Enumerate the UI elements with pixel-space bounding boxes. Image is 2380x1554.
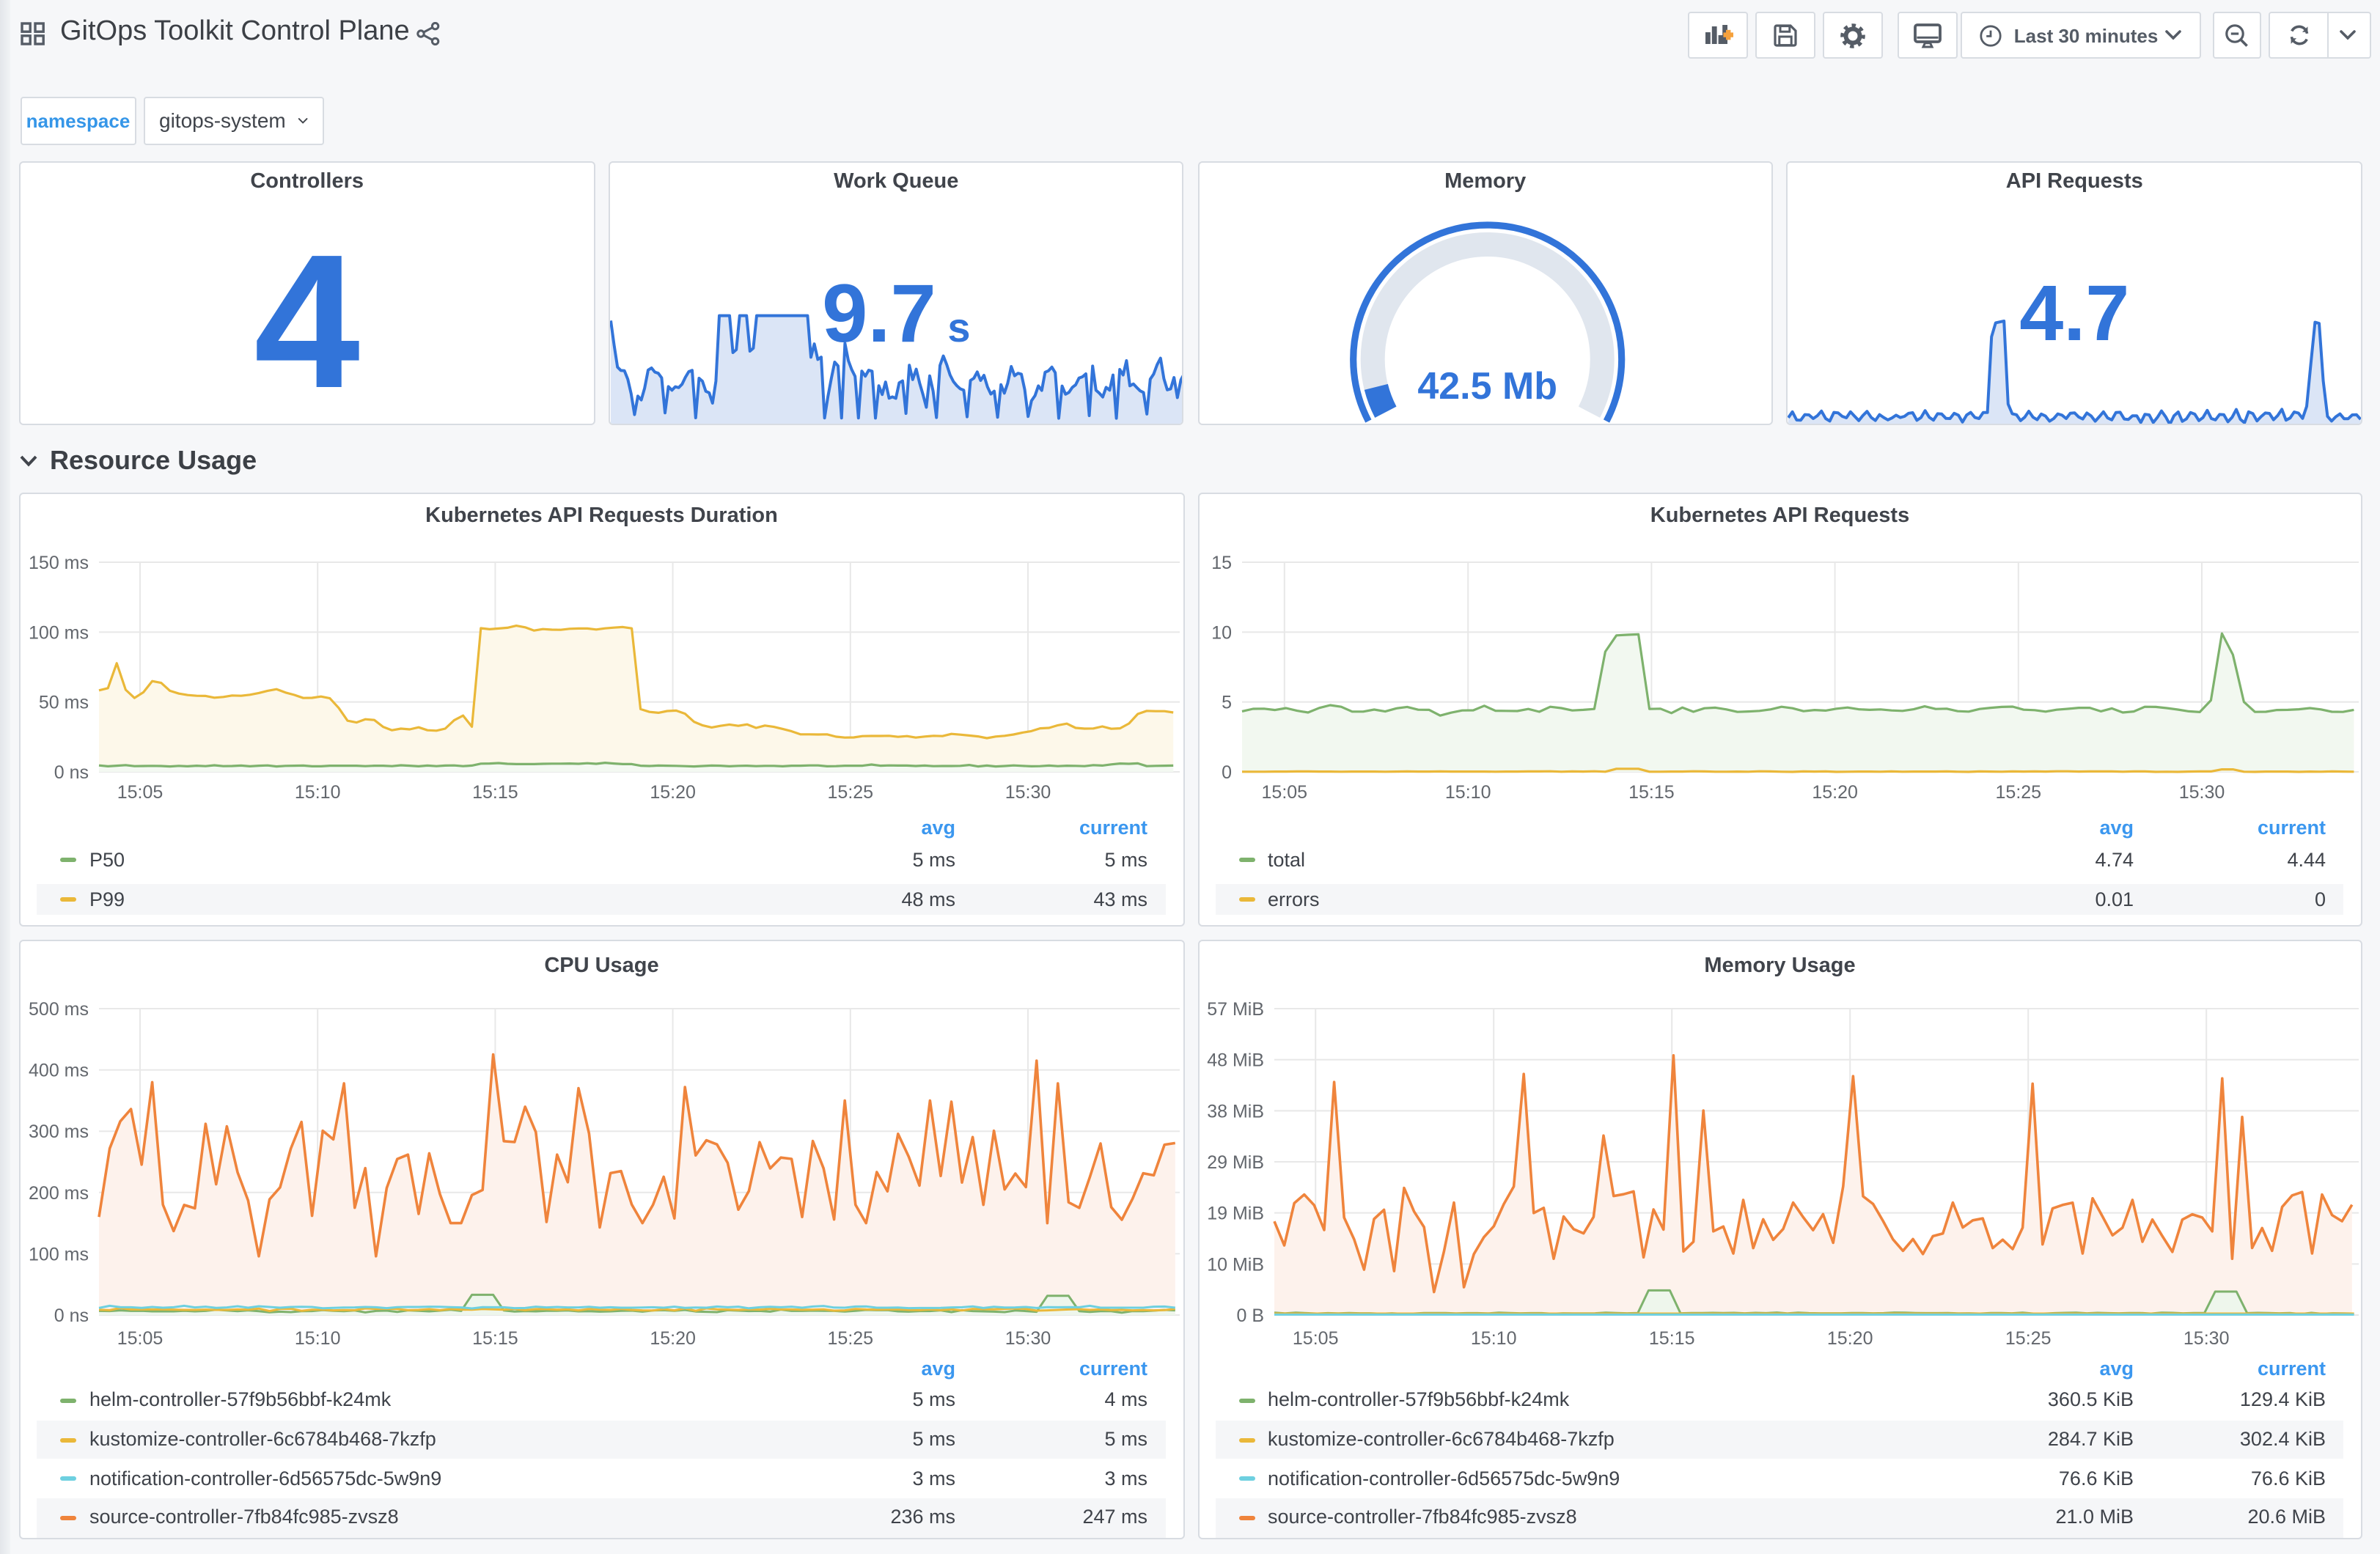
svg-text:15:05: 15:05 — [117, 782, 164, 803]
svg-text:500 ms: 500 ms — [29, 998, 89, 1019]
svg-text:0: 0 — [1221, 762, 1231, 783]
svg-text:15:30: 15:30 — [2178, 782, 2225, 803]
svg-text:15:30: 15:30 — [2183, 1327, 2229, 1348]
svg-text:10: 10 — [1211, 622, 1231, 643]
svg-text:19 MiB: 19 MiB — [1206, 1203, 1263, 1223]
svg-text:5: 5 — [1221, 693, 1231, 713]
svg-text:15:15: 15:15 — [1628, 782, 1674, 803]
svg-text:0 ns: 0 ns — [54, 762, 89, 783]
svg-text:48 MiB: 48 MiB — [1206, 1050, 1263, 1070]
svg-text:300 ms: 300 ms — [29, 1121, 89, 1141]
svg-text:15:05: 15:05 — [1292, 1327, 1338, 1348]
svg-text:100 ms: 100 ms — [29, 622, 89, 643]
svg-text:57 MiB: 57 MiB — [1206, 998, 1263, 1019]
svg-text:15:30: 15:30 — [1005, 1327, 1051, 1348]
svg-text:42.5 Mb: 42.5 Mb — [1417, 365, 1557, 408]
svg-text:15:10: 15:10 — [1444, 782, 1491, 803]
svg-text:15:05: 15:05 — [117, 1327, 164, 1348]
svg-text:15: 15 — [1211, 553, 1231, 573]
svg-text:100 ms: 100 ms — [29, 1243, 89, 1264]
svg-text:10 MiB: 10 MiB — [1206, 1253, 1263, 1274]
svg-text:50 ms: 50 ms — [39, 693, 89, 713]
svg-text:15:20: 15:20 — [1826, 1327, 1873, 1348]
svg-text:15:25: 15:25 — [828, 782, 874, 803]
svg-text:38 MiB: 38 MiB — [1206, 1100, 1263, 1121]
svg-text:200 ms: 200 ms — [29, 1182, 89, 1203]
svg-text:15:15: 15:15 — [472, 782, 518, 803]
svg-text:0 B: 0 B — [1235, 1305, 1263, 1325]
svg-text:15:15: 15:15 — [472, 1327, 518, 1348]
svg-text:15:10: 15:10 — [295, 782, 341, 803]
svg-text:15:05: 15:05 — [1261, 782, 1307, 803]
svg-text:15:20: 15:20 — [650, 782, 696, 803]
svg-text:15:25: 15:25 — [1995, 782, 2041, 803]
svg-text:15:25: 15:25 — [2005, 1327, 2051, 1348]
svg-text:400 ms: 400 ms — [29, 1060, 89, 1080]
svg-text:15:10: 15:10 — [1470, 1327, 1516, 1348]
svg-text:15:30: 15:30 — [1005, 782, 1051, 803]
svg-text:15:25: 15:25 — [828, 1327, 874, 1348]
svg-text:29 MiB: 29 MiB — [1206, 1152, 1263, 1172]
svg-text:15:15: 15:15 — [1648, 1327, 1694, 1348]
svg-text:0 ns: 0 ns — [54, 1305, 89, 1325]
svg-text:15:10: 15:10 — [295, 1327, 341, 1348]
svg-text:15:20: 15:20 — [1811, 782, 1857, 803]
svg-text:15:20: 15:20 — [650, 1327, 696, 1348]
svg-text:150 ms: 150 ms — [29, 553, 89, 573]
